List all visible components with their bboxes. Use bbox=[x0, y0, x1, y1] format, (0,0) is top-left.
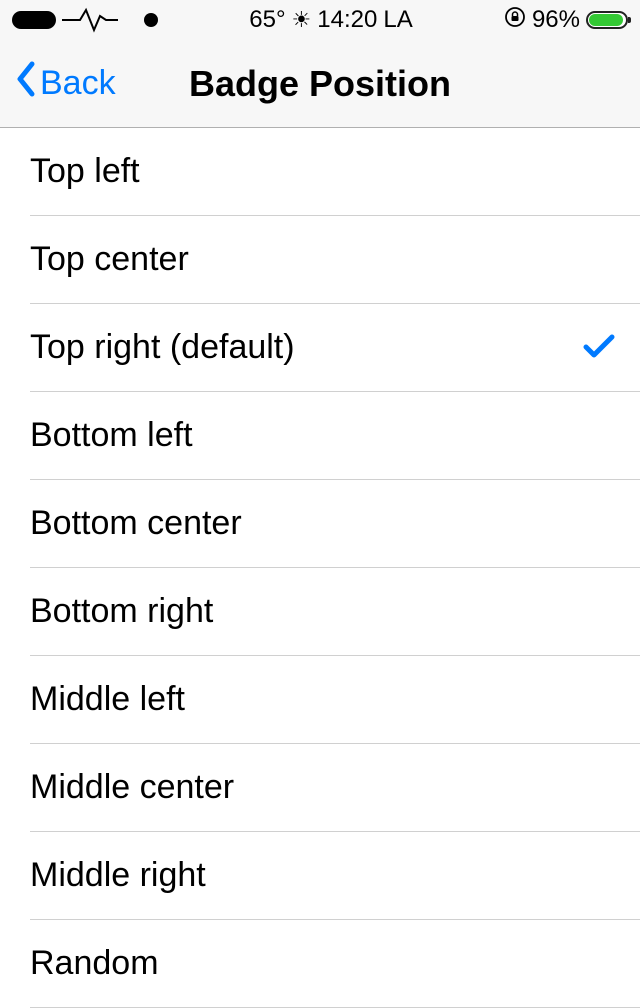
back-button[interactable]: Back bbox=[14, 60, 116, 107]
nav-bar: Back Badge Position bbox=[0, 40, 640, 128]
time: 14:20 bbox=[317, 6, 377, 34]
signal-indicator bbox=[12, 11, 56, 29]
back-label: Back bbox=[40, 64, 116, 103]
option-row[interactable]: Bottom center bbox=[30, 480, 640, 568]
option-label: Random bbox=[30, 944, 159, 983]
checkmark-icon bbox=[582, 327, 616, 369]
location: LA bbox=[383, 6, 412, 34]
option-label: Middle center bbox=[30, 768, 234, 807]
battery-percent: 96% bbox=[532, 6, 580, 34]
option-label: Bottom right bbox=[30, 592, 213, 631]
option-label: Bottom center bbox=[30, 504, 242, 543]
status-right: 96% bbox=[504, 6, 628, 34]
signal-dot bbox=[144, 13, 158, 27]
chevron-left-icon bbox=[14, 60, 38, 107]
option-row[interactable]: Middle right bbox=[30, 832, 640, 920]
orientation-lock-icon bbox=[504, 6, 526, 34]
option-label: Middle right bbox=[30, 856, 206, 895]
option-row[interactable]: Bottom right bbox=[30, 568, 640, 656]
option-label: Top center bbox=[30, 240, 189, 279]
status-left bbox=[12, 6, 158, 34]
option-label: Bottom left bbox=[30, 416, 193, 455]
option-row[interactable]: Top center bbox=[30, 216, 640, 304]
sun-icon: ☀ bbox=[292, 7, 312, 33]
status-center: 65° ☀ 14:20 LA bbox=[249, 6, 412, 34]
options-list: Top left Top center Top right (default) Bot… bbox=[0, 128, 640, 1008]
option-row[interactable]: Bottom left bbox=[30, 392, 640, 480]
status-bar: 65° ☀ 14:20 LA 96% bbox=[0, 0, 640, 40]
option-row[interactable]: Top right (default) bbox=[30, 304, 640, 392]
option-row[interactable]: Middle center bbox=[30, 744, 640, 832]
battery-icon bbox=[586, 11, 628, 29]
option-label: Top left bbox=[30, 152, 140, 191]
temperature: 65° bbox=[249, 6, 285, 34]
option-row[interactable]: Random bbox=[30, 920, 640, 1008]
option-label: Middle left bbox=[30, 680, 185, 719]
heartbeat-icon bbox=[62, 6, 138, 34]
option-label: Top right (default) bbox=[30, 328, 295, 367]
option-row[interactable]: Middle left bbox=[30, 656, 640, 744]
option-row[interactable]: Top left bbox=[30, 128, 640, 216]
